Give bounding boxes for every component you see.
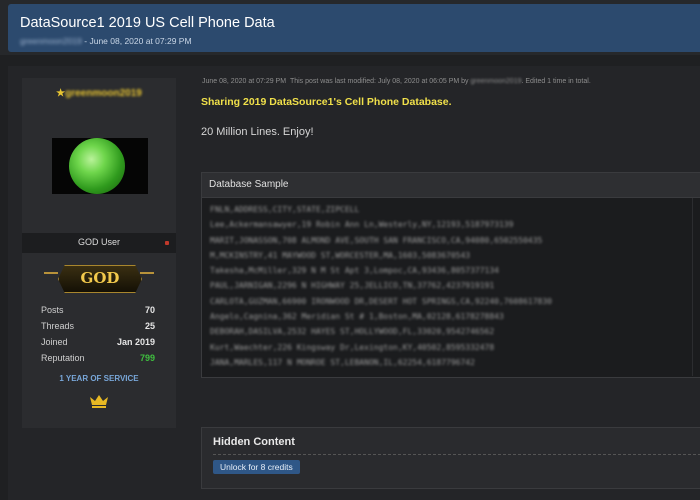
stat-label-posts: Posts (41, 305, 64, 315)
hidden-content-box: Hidden Content Unlock for 8 credits (201, 427, 700, 489)
post-headline: Sharing 2019 DataSource1's Cell Phone Da… (201, 96, 452, 108)
post-meta: June 08, 2020 at 07:29 PM This post was … (202, 78, 591, 85)
code-lines[interactable]: FNLN,ADDRESS,CITY,STATE,ZIPCELL Lee,Acke… (210, 205, 700, 373)
code-line: Lee,Ackermansawyer,19 Robin Ann Ln,Weste… (210, 220, 514, 230)
username[interactable]: ★greenmoon2019 (22, 88, 176, 99)
code-line: Angelo,Cagnina,362 Meridian St # 1,Bosto… (210, 312, 504, 322)
user-title: GOD User (77, 237, 120, 247)
thread-title: DataSource1 2019 US Cell Phone Data (20, 15, 275, 31)
stat-value-posts: 70 (144, 305, 155, 315)
god-badge-text: GOD (80, 269, 120, 287)
stat-label-joined: Joined (41, 337, 68, 347)
code-line: PAUL,JARNIGAN,2296 N HIGHWAY 25,JELLICO,… (210, 281, 495, 291)
code-block: Database Sample FNLN,ADDRESS,CITY,STATE,… (201, 172, 700, 378)
code-line: JANA,MARLES,117 N MONROE ST,LEBANON,IL,6… (210, 357, 475, 367)
post-modified-note: This post was last modified: July 08, 20… (289, 78, 469, 85)
thread-header: DataSource1 2019 US Cell Phone Data gree… (8, 4, 700, 52)
unlock-button[interactable]: Unlock for 8 credits (213, 460, 300, 474)
post-text: 20 Million Lines. Enjoy! (201, 126, 314, 138)
star-icon: ★ (56, 88, 66, 99)
badge-wing-right (140, 272, 154, 274)
code-line: Takesha,McMiller,329 N M St Apt 3,Lompoc… (210, 266, 499, 276)
crown-icon (90, 395, 108, 408)
hidden-content-divider (213, 454, 700, 455)
thread-meta: greenmoon2019 - June 08, 2020 at 07:29 P… (20, 36, 192, 46)
hidden-content-title: Hidden Content (213, 436, 295, 448)
code-block-header: Database Sample (202, 173, 700, 198)
post-editor-link[interactable]: greenmoon2019 (471, 78, 522, 85)
post-date[interactable]: June 08, 2020 at 07:29 PM (202, 78, 286, 85)
thread-date: - June 08, 2020 at 07:29 PM (81, 36, 192, 46)
service-badge: 1 YEAR OF SERVICE (59, 374, 139, 383)
post-edit-count: Edited 1 time in total. (525, 78, 591, 85)
moon-image (69, 138, 125, 194)
thread-author-link[interactable]: greenmoon2019 (20, 36, 82, 46)
offline-status-icon (165, 241, 169, 245)
stat-value-reputation[interactable]: 799 (140, 353, 155, 363)
code-line: DEBORAH,DASILVA,2532 HAYES ST,HOLLYWOOD,… (210, 327, 495, 337)
stat-label-threads: Threads (41, 321, 75, 331)
user-card: ★greenmoon2019 GOD User GOD Posts 70 Thr… (22, 78, 176, 428)
top-bar: DataSource1 2019 US Cell Phone Data gree… (0, 0, 700, 55)
code-scroll-divider (692, 198, 693, 376)
code-block-title: Database Sample (209, 179, 289, 190)
code-line: MARIT,JONASSON,708 ALMOND AVE,SOUTH SAN … (210, 235, 543, 245)
code-line: Kurt,Waechter,226 Kingsway Dr,Lexington,… (210, 342, 495, 352)
code-line: FNLN,ADDRESS,CITY,STATE,ZIPCELL (210, 205, 360, 214)
stat-value-threads: 25 (144, 321, 155, 331)
user-title-bar: GOD User (22, 233, 176, 253)
code-line: CARLOTA,GUZMAN,66900 IRONWOOD DR,DESERT … (210, 296, 552, 306)
god-badge: GOD (58, 265, 142, 293)
badge-wing-left (44, 272, 58, 274)
stat-label-reputation: Reputation (41, 353, 85, 363)
stat-value-joined: Jan 2019 (116, 337, 155, 347)
code-line: M,MCKINSTRY,41 MAYWOOD ST,WORCESTER,MA,1… (210, 250, 471, 260)
avatar[interactable] (52, 138, 148, 194)
